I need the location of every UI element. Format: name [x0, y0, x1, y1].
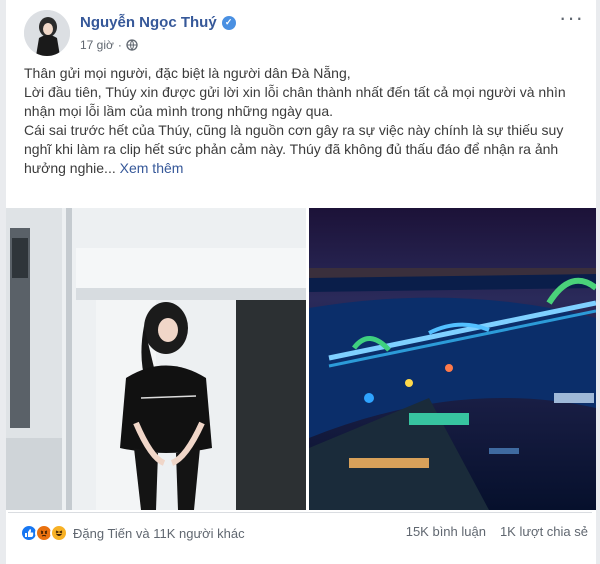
footer-divider	[8, 512, 592, 513]
see-more-link[interactable]: Xem thêm	[120, 160, 184, 176]
meta-separator: ·	[117, 38, 122, 52]
post-paragraph-2: Lời đầu tiên, Thúy xin được gửi lời xin …	[24, 84, 566, 119]
author-avatar[interactable]	[24, 10, 70, 56]
haha-reaction-icon	[50, 524, 68, 542]
globe-icon	[126, 39, 138, 51]
more-options-icon[interactable]: ···	[559, 7, 584, 29]
shares-count[interactable]: 1K lượt chia sẻ	[500, 524, 588, 539]
comments-count[interactable]: 15K bình luận	[406, 524, 486, 539]
photo-grid	[6, 208, 596, 510]
post-time[interactable]: 17 giờ	[80, 38, 114, 52]
photo-dragon-bridge-night[interactable]	[309, 208, 596, 510]
engagement-counts: 15K bình luận 1K lượt chia sẻ	[406, 524, 588, 539]
post-meta: 17 giờ ·	[80, 38, 138, 52]
post-body: Thân gửi mọi người, đặc biệt là người dâ…	[24, 64, 584, 178]
post-header: Nguyễn Ngọc Thuý ✓ 17 giờ · ···	[20, 7, 588, 56]
author-row: Nguyễn Ngọc Thuý ✓	[80, 14, 236, 31]
photo-woman-bowing[interactable]	[6, 208, 306, 510]
post-paragraph-1: Thân gửi mọi người, đặc biệt là người dâ…	[24, 65, 351, 81]
verified-badge-icon: ✓	[221, 15, 236, 30]
reactions-summary[interactable]: Đặng Tiến và 11K người khác	[20, 524, 245, 542]
author-name[interactable]: Nguyễn Ngọc Thuý	[80, 14, 217, 31]
post-paragraph-3: Cái sai trước hết của Thúy, cũng là nguồ…	[24, 121, 584, 178]
post-paragraph-3-text: Cái sai trước hết của Thúy, cũng là nguồ…	[24, 122, 564, 176]
reactions-text[interactable]: Đặng Tiến và 11K người khác	[73, 526, 245, 541]
